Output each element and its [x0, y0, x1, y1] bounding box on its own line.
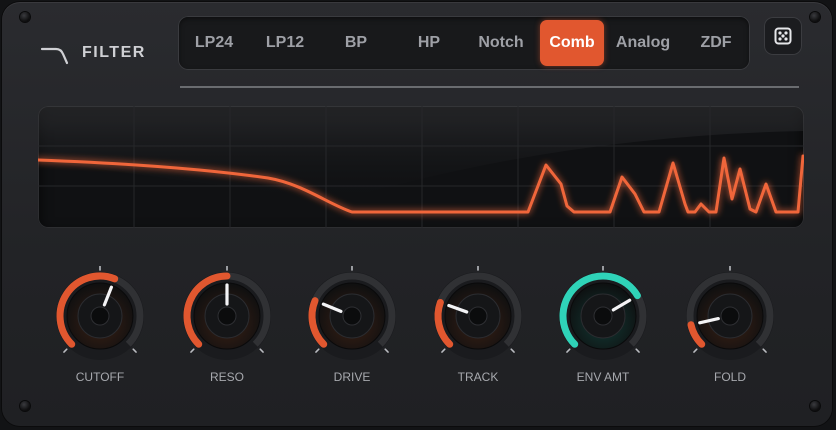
- filter-curve-icon: [40, 47, 69, 65]
- knob-hub: [720, 306, 740, 326]
- knob-tick: [63, 348, 68, 353]
- knob-tick: [566, 348, 571, 353]
- tab-zdf[interactable]: ZDF: [684, 20, 748, 66]
- filter-type-selector: LP24 LP12 BP HP Notch Comb Analog ZDF: [178, 16, 750, 70]
- knob-fold[interactable]: FOLD: [680, 265, 780, 390]
- knob-track[interactable]: TRACK: [428, 265, 528, 390]
- knob-dial[interactable]: [428, 265, 528, 366]
- knob-dial[interactable]: [50, 265, 150, 366]
- knob-tick: [635, 348, 640, 353]
- screw-top-left: [20, 12, 30, 22]
- panel-title: FILTER: [82, 44, 146, 61]
- frequency-response-graph: [38, 106, 804, 228]
- knob-tick: [190, 348, 195, 353]
- knob-label: FOLD: [713, 370, 746, 384]
- knob-tick: [132, 348, 137, 353]
- header-divider: [180, 86, 799, 88]
- knob-env-amt[interactable]: ENV AMT: [553, 265, 653, 390]
- knob-hub: [593, 306, 613, 326]
- knob-dial[interactable]: [177, 265, 277, 366]
- knob-tick: [693, 348, 698, 353]
- knob-tick: [384, 348, 389, 353]
- knob-tick: [762, 348, 767, 353]
- knob-hub: [468, 306, 488, 326]
- filter-response-display[interactable]: [38, 106, 804, 228]
- knob-cutoff[interactable]: CUTOFF: [50, 265, 150, 390]
- tab-analog[interactable]: Analog: [611, 20, 675, 66]
- knob-tick: [510, 348, 515, 353]
- knob-hub: [90, 306, 110, 326]
- knob-label: RESO: [209, 370, 244, 384]
- knob-label: TRACK: [457, 370, 499, 384]
- knob-label: DRIVE: [333, 370, 371, 384]
- knob-drive[interactable]: DRIVE: [302, 265, 402, 390]
- randomize-button[interactable]: [764, 17, 802, 55]
- screw-bottom-left: [20, 401, 30, 411]
- knob-reso[interactable]: RESO: [177, 265, 277, 390]
- panel-header: FILTER: [40, 40, 146, 66]
- tab-lp12[interactable]: LP12: [253, 20, 317, 66]
- knob-hub: [217, 306, 237, 326]
- knob-label: CUTOFF: [75, 370, 125, 384]
- knob-tick: [259, 348, 264, 353]
- screw-top-right: [810, 12, 820, 22]
- knob-dial[interactable]: [302, 265, 402, 366]
- tab-notch[interactable]: Notch: [469, 20, 533, 66]
- knob-tick: [441, 348, 446, 353]
- tab-lp24[interactable]: LP24: [182, 20, 246, 66]
- tab-comb[interactable]: Comb: [540, 20, 604, 66]
- knob-tick: [315, 348, 320, 353]
- tab-bp[interactable]: BP: [324, 20, 388, 66]
- tab-hp[interactable]: HP: [397, 20, 461, 66]
- display-sheen: [38, 106, 804, 201]
- knob-dial[interactable]: [553, 265, 653, 366]
- knob-dial[interactable]: [680, 265, 780, 366]
- knob-label: ENV AMT: [576, 370, 630, 384]
- dice-icon: [774, 27, 792, 45]
- screw-bottom-right: [810, 401, 820, 411]
- knob-hub: [342, 306, 362, 326]
